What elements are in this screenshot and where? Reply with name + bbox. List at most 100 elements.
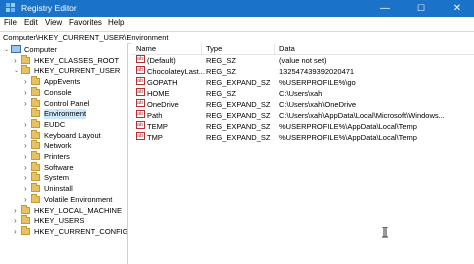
value-name: OneDrive xyxy=(147,100,179,109)
value-type: REG_EXPAND_SZ xyxy=(206,100,271,109)
mouse-cursor-icon xyxy=(382,227,388,238)
values-list[interactable]: Name Type Data (Default) REG_SZ (value not… xyxy=(131,43,474,264)
chevron-right-icon[interactable]: › xyxy=(24,184,30,194)
column-name[interactable]: Name xyxy=(136,44,156,53)
chevron-right-icon[interactable]: › xyxy=(24,120,30,130)
chevron-down-icon[interactable]: ⌄ xyxy=(4,45,10,55)
column-divider[interactable] xyxy=(201,43,202,54)
tree-item-label: AppEvents xyxy=(44,77,81,87)
tree-item-label: Environment xyxy=(44,109,87,120)
value-row[interactable]: TMP REG_EXPAND_SZ %USERPROFILE%\AppData\Lo… xyxy=(131,131,474,143)
key-tree[interactable]: ⌄ Computer › HKEY_CLASSES_ROOT ⌄ HKEY_CURRENT… xyxy=(0,43,128,264)
chevron-right-icon[interactable]: › xyxy=(24,77,30,87)
value-row[interactable]: (Default) REG_SZ (value not set) xyxy=(131,54,474,66)
value-name: ChocolateyLast... xyxy=(147,67,205,76)
value-row[interactable]: TEMP REG_EXPAND_SZ %USERPROFILE%\AppData\L… xyxy=(131,120,474,132)
folder-icon xyxy=(31,183,40,193)
folder-icon xyxy=(21,65,30,75)
value-type: REG_EXPAND_SZ xyxy=(206,122,271,131)
value-type: REG_EXPAND_SZ xyxy=(206,133,271,142)
folder-icon xyxy=(31,161,40,171)
folder-icon xyxy=(31,76,40,86)
folder-icon xyxy=(31,129,40,139)
tree-item-label: EUDC xyxy=(44,119,66,129)
tree-item-label: HKEY_CURRENT_CONFIG xyxy=(34,226,128,236)
folder-icon xyxy=(31,86,40,96)
tree-item-label: Volatile Environment xyxy=(44,194,113,204)
computer-icon xyxy=(11,45,21,53)
tree-item-label: Computer xyxy=(24,45,57,54)
value-row[interactable]: HOME REG_SZ C:\Users\xah xyxy=(131,87,474,99)
tree-item-label: HKEY_CURRENT_USER xyxy=(34,66,121,76)
menu-edit[interactable]: Edit xyxy=(24,18,38,27)
chevron-right-icon[interactable]: › xyxy=(24,131,30,141)
menu-file[interactable]: File xyxy=(4,18,17,27)
chevron-right-icon[interactable]: › xyxy=(14,56,20,66)
tree-item-label: HKEY_LOCAL_MACHINE xyxy=(34,205,122,215)
value-row[interactable]: ChocolateyLast...REG_SZ 13254743939202047… xyxy=(131,65,474,77)
value-data: C:\Users\xah xyxy=(279,89,323,98)
chevron-right-icon[interactable]: › xyxy=(14,227,20,237)
chevron-right-icon[interactable]: › xyxy=(24,152,30,162)
folder-icon xyxy=(21,225,30,235)
folder-icon xyxy=(31,172,40,182)
tree-item-label: Printers xyxy=(44,152,70,161)
column-divider[interactable] xyxy=(274,43,275,54)
menu-favorites[interactable]: Favorites xyxy=(69,18,102,27)
value-data: %USERPROFILE%\go xyxy=(279,78,356,87)
value-data: 132547439392020471 xyxy=(279,67,355,76)
folder-icon xyxy=(21,204,30,214)
value-name: TEMP xyxy=(147,122,168,131)
value-row[interactable]: Path REG_EXPAND_SZ C:\Users\xah\AppData\Lo… xyxy=(131,109,474,121)
address-text[interactable]: Computer\HKEY_CURRENT_USER\Environment xyxy=(3,33,168,42)
tree-item-label: Console xyxy=(44,87,72,97)
registry-editor-icon xyxy=(6,3,15,12)
tree-item-label: HKEY_CLASSES_ROOT xyxy=(34,55,120,65)
folder-icon xyxy=(21,215,30,225)
value-row[interactable]: GOPATH REG_EXPAND_SZ %USERPROFILE%\go xyxy=(131,76,474,88)
value-data: C:\Users\xah\AppData\Local\Microsoft\Win… xyxy=(279,111,445,120)
menu-view[interactable]: View xyxy=(45,18,62,27)
folder-icon xyxy=(31,140,40,150)
minimize-button[interactable]: — xyxy=(372,0,398,17)
chevron-right-icon[interactable]: › xyxy=(24,163,30,173)
value-name: TMP xyxy=(147,133,163,142)
title-bar[interactable]: Registry Editor — ☐ ✕ xyxy=(0,0,474,17)
chevron-down-icon[interactable]: ⌄ xyxy=(14,66,20,76)
chevron-right-icon[interactable]: › xyxy=(14,216,20,226)
chevron-right-icon[interactable]: › xyxy=(14,206,20,216)
list-header: Name Type Data xyxy=(131,43,474,55)
chevron-right-icon[interactable]: › xyxy=(24,88,30,98)
value-type: REG_SZ xyxy=(206,67,237,76)
column-data[interactable]: Data xyxy=(279,44,295,53)
value-name: Path xyxy=(147,111,163,120)
string-value-icon xyxy=(136,76,145,87)
string-value-icon xyxy=(136,65,145,76)
tree-item-label: Network xyxy=(44,141,72,151)
menu-bar: File Edit View Favorites Help xyxy=(0,17,474,30)
string-value-icon xyxy=(136,98,145,109)
maximize-button[interactable]: ☐ xyxy=(408,0,434,17)
value-type: REG_EXPAND_SZ xyxy=(206,111,271,120)
value-data: %USERPROFILE%\AppData\Local\Temp xyxy=(279,133,417,142)
folder-icon xyxy=(31,151,40,160)
value-row[interactable]: OneDrive REG_EXPAND_SZ C:\Users\xah\OneDri… xyxy=(131,98,474,110)
folder-icon xyxy=(31,97,40,107)
chevron-right-icon[interactable]: › xyxy=(24,99,30,109)
tree-item-label: Keyboard Layout xyxy=(44,130,101,140)
folder-icon xyxy=(31,193,40,203)
value-name: (Default) xyxy=(147,56,176,65)
chevron-right-icon[interactable]: › xyxy=(24,173,30,183)
menu-help[interactable]: Help xyxy=(108,18,124,27)
folder-icon xyxy=(31,108,40,118)
column-type[interactable]: Type xyxy=(206,44,222,53)
value-type: REG_SZ xyxy=(206,89,237,98)
chevron-right-icon[interactable]: › xyxy=(24,141,30,151)
close-button[interactable]: ✕ xyxy=(444,0,470,17)
string-value-icon xyxy=(136,87,145,98)
tree-item-label: HKEY_USERS xyxy=(34,216,85,226)
string-value-icon xyxy=(136,109,145,120)
folder-icon xyxy=(21,54,30,64)
value-name: HOME xyxy=(147,89,170,98)
chevron-right-icon[interactable]: › xyxy=(24,195,30,205)
